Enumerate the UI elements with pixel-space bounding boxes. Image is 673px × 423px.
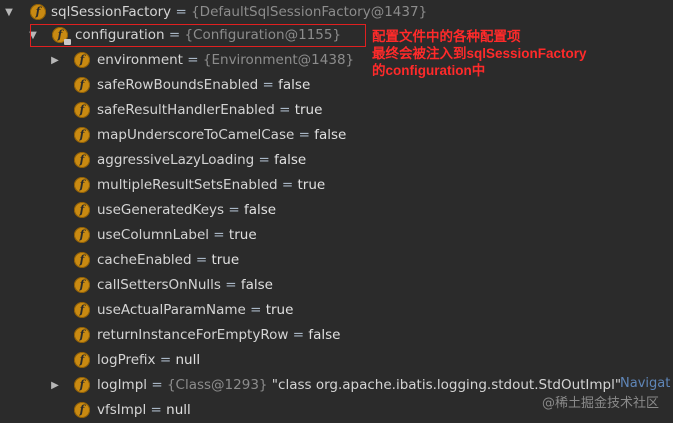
field-name: useActualParamName bbox=[97, 302, 246, 318]
field-name: multipleResultSetsEnabled bbox=[97, 177, 278, 193]
field-value: true bbox=[294, 102, 323, 118]
annotation-line: 的configuration中 bbox=[372, 63, 486, 78]
field-name: logPrefix bbox=[97, 352, 156, 368]
field-value: false bbox=[308, 327, 341, 343]
equals-sign: = bbox=[191, 252, 212, 268]
field-icon: f bbox=[74, 202, 90, 218]
field-value: false bbox=[274, 152, 307, 168]
field-value: false bbox=[314, 127, 347, 143]
field-icon: f bbox=[30, 4, 46, 20]
field-value: false bbox=[278, 77, 311, 93]
field-value: "class org.apache.ibatis.logging.stdout.… bbox=[267, 377, 622, 393]
equals-sign: = bbox=[294, 127, 315, 143]
equals-sign: = bbox=[288, 327, 309, 343]
field-name: callSettersOnNulls bbox=[97, 277, 221, 293]
field-icon: f bbox=[74, 102, 90, 118]
annotation-text: 配置文件中的各种配置项 最终会被注入到sqlSessionFactory 的co… bbox=[372, 28, 587, 79]
navigate-link[interactable]: Navigat bbox=[620, 376, 670, 391]
expanded-arrow-icon[interactable]: ▼ bbox=[3, 0, 15, 25]
field-value: false bbox=[240, 277, 273, 293]
annotation-line: 配置文件中的各种配置项 bbox=[372, 29, 521, 44]
object-ref: {Environment@1438} bbox=[202, 52, 355, 68]
watermark: @稀土掘金技术社区 bbox=[541, 396, 659, 411]
field-icon: f bbox=[74, 402, 90, 418]
field-icon: f bbox=[74, 152, 90, 168]
field-value: false bbox=[243, 202, 277, 218]
field-name: cacheEnabled bbox=[97, 252, 192, 268]
field-name: useGeneratedKeys bbox=[97, 202, 225, 218]
field-name: safeRowBoundsEnabled bbox=[97, 77, 259, 93]
field-value: true bbox=[228, 227, 257, 243]
field-icon: f bbox=[74, 177, 90, 193]
field-value: null bbox=[175, 352, 201, 368]
equals-sign: = bbox=[258, 77, 279, 93]
equals-sign: = bbox=[220, 277, 241, 293]
field-name: returnInstanceForEmptyRow bbox=[97, 327, 289, 343]
field-name: mapUnderscoreToCamelCase bbox=[97, 127, 295, 143]
equals-sign: = bbox=[254, 152, 275, 168]
collapsed-arrow-icon[interactable]: ▶ bbox=[49, 373, 61, 398]
field-name: logImpl bbox=[97, 377, 148, 393]
field-icon: f bbox=[74, 77, 90, 93]
field-value: true bbox=[297, 177, 326, 193]
equals-sign: = bbox=[277, 177, 298, 193]
field-name: safeResultHandlerEnabled bbox=[97, 102, 275, 118]
equals-sign: = bbox=[245, 302, 266, 318]
field-value: null bbox=[166, 402, 191, 418]
field-icon: f bbox=[74, 127, 90, 143]
field-icon: f bbox=[74, 252, 90, 268]
field-value: true bbox=[265, 302, 294, 318]
field-name: environment bbox=[97, 52, 183, 68]
equals-sign: = bbox=[171, 4, 192, 20]
field-icon: f bbox=[74, 52, 90, 68]
equals-sign: = bbox=[146, 402, 167, 418]
equals-sign: = bbox=[209, 227, 229, 243]
equals-sign: = bbox=[224, 202, 244, 218]
field-icon: f bbox=[74, 352, 90, 368]
field-name: sqlSessionFactory bbox=[51, 4, 172, 20]
field-icon: f bbox=[74, 302, 90, 318]
object-ref: {Class@1293} bbox=[166, 377, 268, 393]
equals-sign: = bbox=[182, 52, 203, 68]
annotation-line: 最终会被注入到sqlSessionFactory bbox=[372, 46, 587, 61]
field-icon: f bbox=[74, 327, 90, 343]
field-value: true bbox=[211, 252, 240, 268]
collapsed-arrow-icon[interactable]: ▶ bbox=[49, 48, 61, 73]
equals-sign: = bbox=[155, 352, 176, 368]
field-icon: f bbox=[74, 377, 90, 393]
equals-sign: = bbox=[274, 102, 295, 118]
field-icon: f bbox=[74, 277, 90, 293]
field-name: aggressiveLazyLoading bbox=[97, 152, 255, 168]
field-name: useColumnLabel bbox=[97, 227, 210, 243]
equals-sign: = bbox=[147, 377, 167, 393]
object-ref: {DefaultSqlSessionFactory@1437} bbox=[191, 4, 428, 20]
field-icon: f bbox=[74, 227, 90, 243]
highlight-box bbox=[30, 24, 366, 47]
field-name: vfsImpl bbox=[97, 402, 147, 418]
